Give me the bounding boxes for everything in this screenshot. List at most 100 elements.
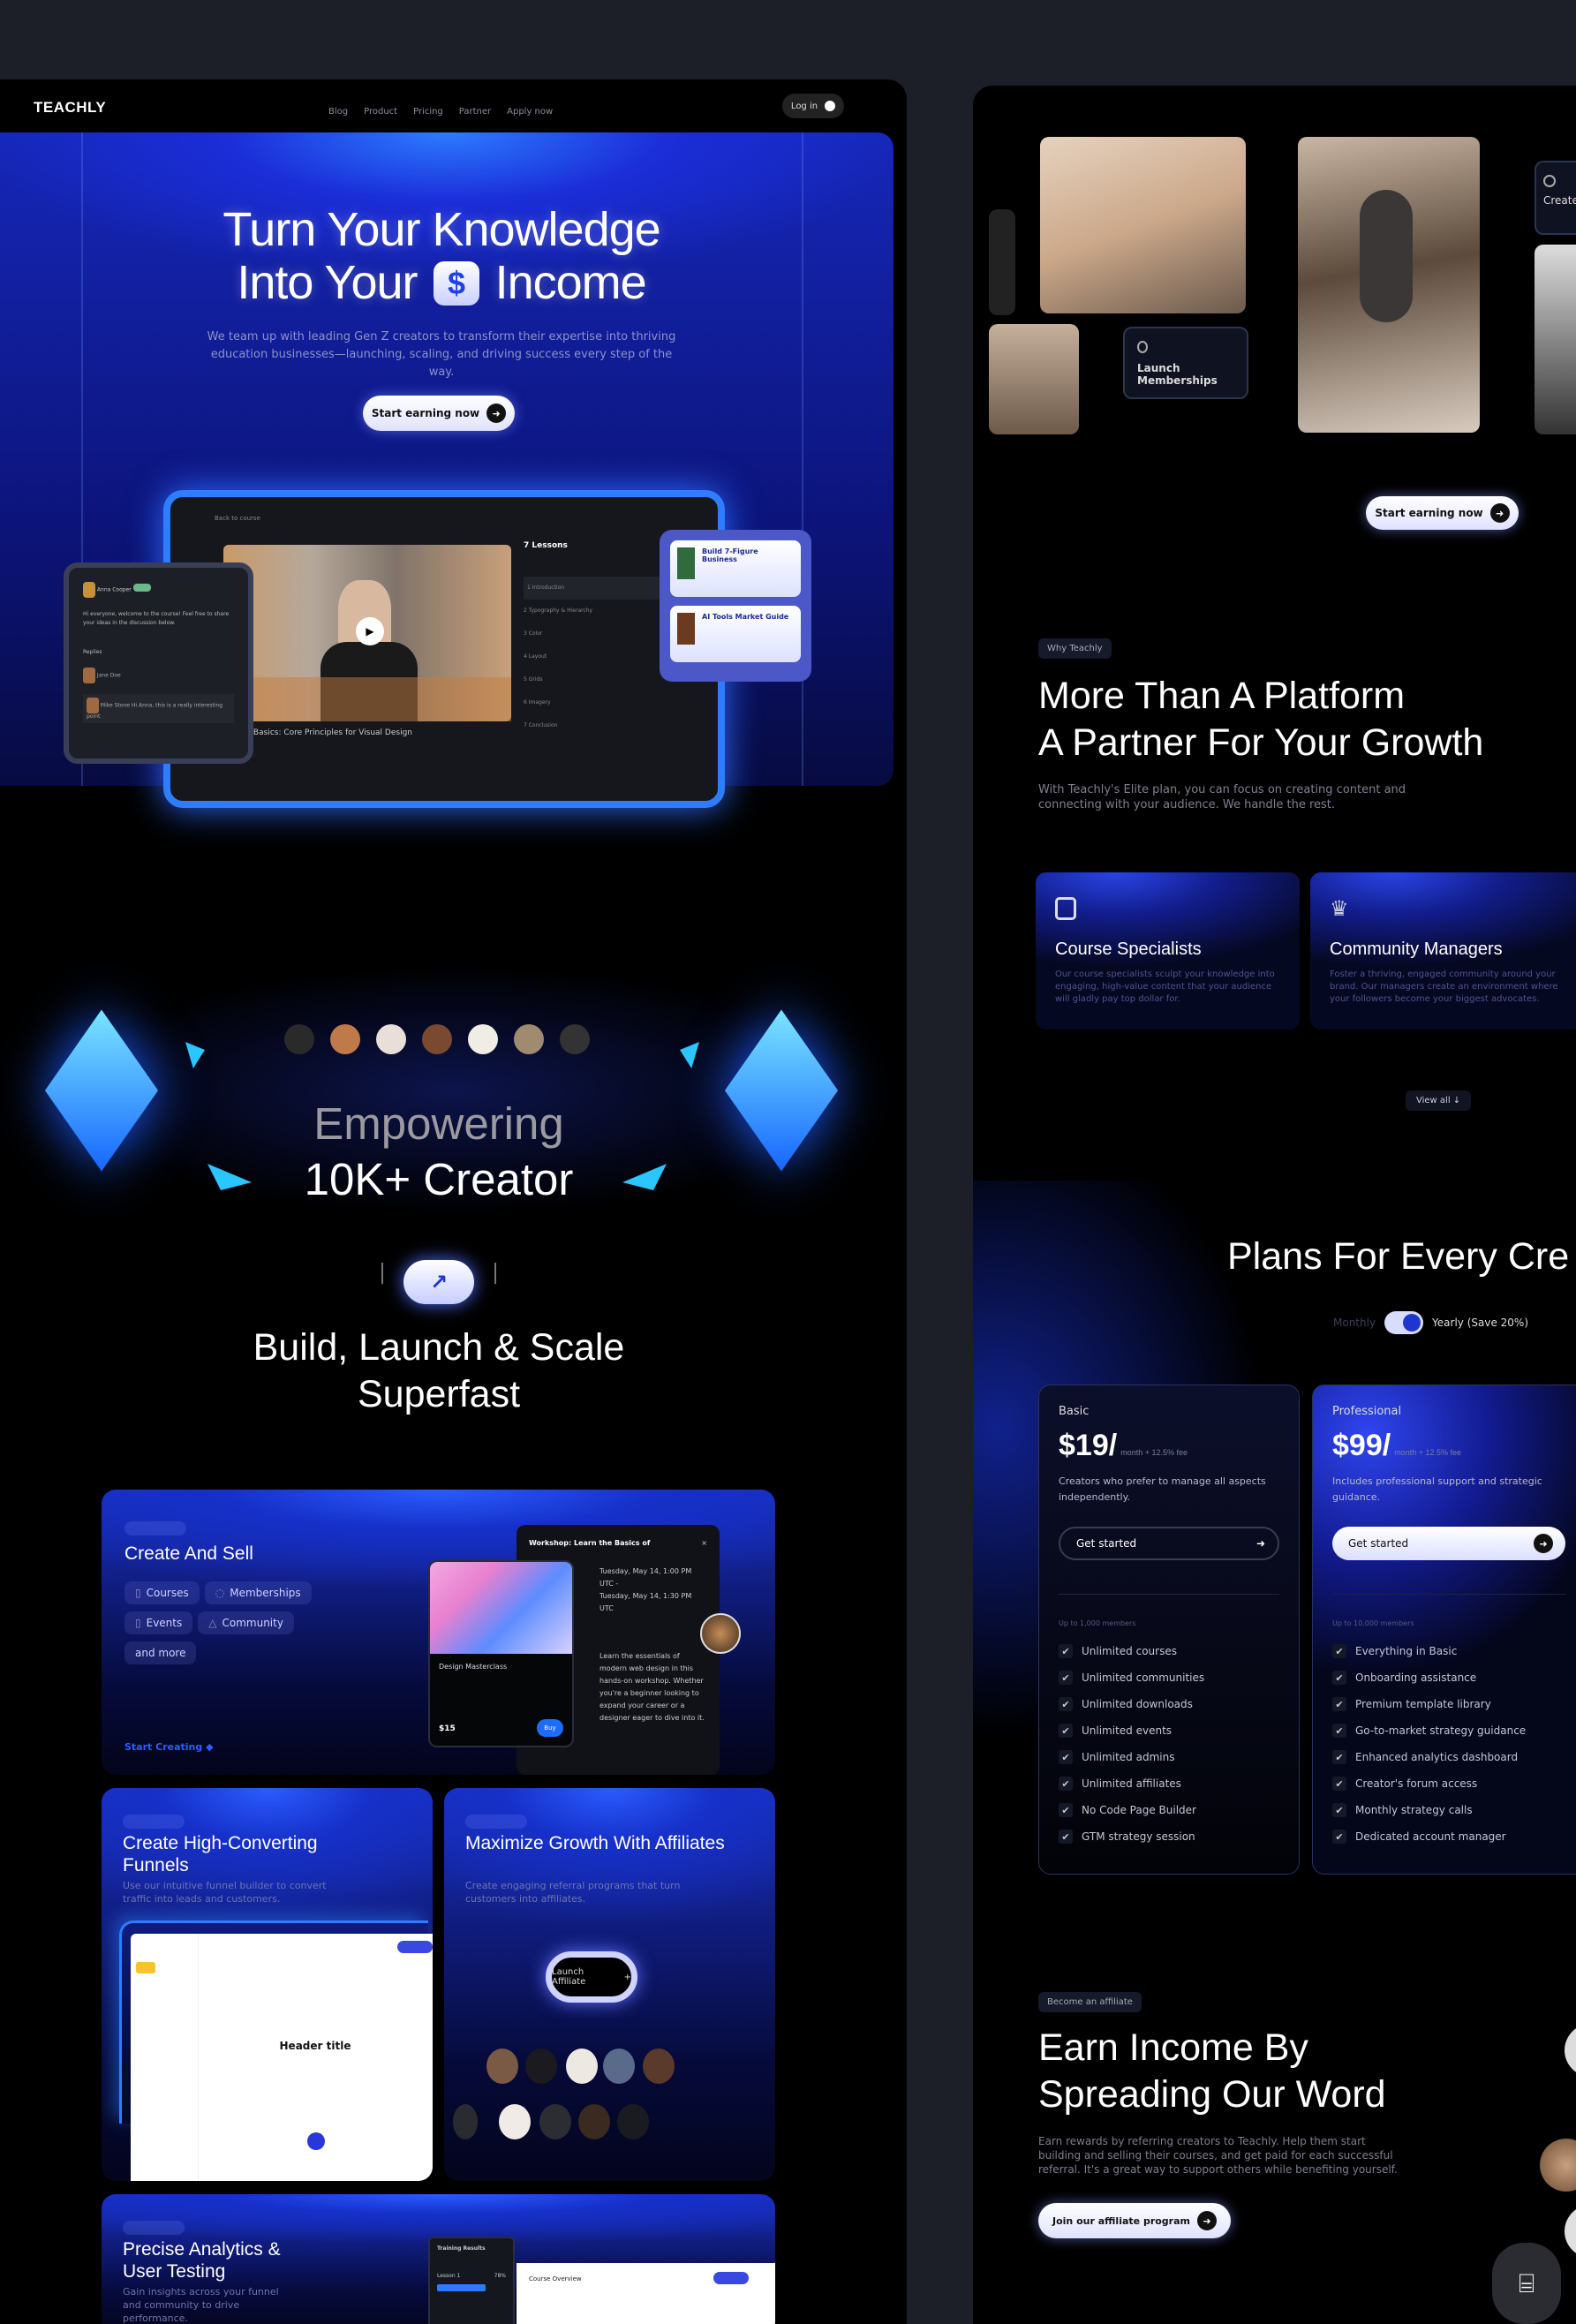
- feature-badge: [123, 2221, 185, 2235]
- feature-title: Maximize Growth With Affiliates: [465, 1833, 725, 1853]
- plan-feature-label: No Code Page Builder: [1082, 1804, 1196, 1816]
- login-button[interactable]: Log in: [782, 94, 844, 118]
- plans-title: Plans For Every Cre: [1227, 1235, 1570, 1278]
- nav-partner[interactable]: Partner: [459, 107, 491, 117]
- feature-card-funnels: Create High-Converting Funnels Use our i…: [102, 1788, 433, 2181]
- play-icon[interactable]: ▶: [356, 617, 384, 645]
- plan-feature-item: ✔ GTM strategy session: [1059, 1823, 1279, 1850]
- get-started-button[interactable]: Get started ➜: [1332, 1527, 1565, 1560]
- start-creating-link[interactable]: Start Creating ◆: [124, 1741, 214, 1753]
- plan-feature-label: Unlimited admins: [1082, 1751, 1175, 1763]
- divider: [494, 1263, 496, 1284]
- check-icon: ✔: [1059, 1724, 1073, 1738]
- builder-handle[interactable]: [307, 2132, 325, 2150]
- chip-community[interactable]: △ Community: [198, 1611, 294, 1634]
- check-icon: ✔: [1059, 1777, 1073, 1791]
- landing-page-right: Launch Memberships Create Start earning …: [973, 86, 1576, 2324]
- lesson-item[interactable]: 7 Conclusion: [524, 714, 682, 737]
- check-icon: ✔: [1332, 1830, 1346, 1844]
- join-affiliate-button[interactable]: Join our affiliate program ➜: [1038, 2203, 1231, 2238]
- billing-switch[interactable]: [1384, 1311, 1424, 1334]
- lesson-item[interactable]: 6 Imagery: [524, 691, 682, 714]
- plan-cap: Up to 1,000 members: [1059, 1619, 1136, 1627]
- affiliate-avatar: [525, 2049, 557, 2084]
- lessons-list: 7 Lessons 1 Introduction 2 Typography & …: [524, 541, 682, 737]
- view-all-button[interactable]: View all ↓: [1406, 1090, 1472, 1111]
- why-desc: With Teachly's Elite plan, you can focus…: [1038, 783, 1406, 811]
- plan-feature-label: Premium template library: [1355, 1698, 1491, 1710]
- plan-feature-item: ✔ Unlimited downloads: [1059, 1691, 1279, 1717]
- chip-courses[interactable]: ▯ Courses: [124, 1581, 200, 1604]
- chip-more[interactable]: and more: [124, 1641, 197, 1664]
- lesson-item[interactable]: 3 Color: [524, 622, 682, 645]
- book-item[interactable]: Build 7-Figure Business: [670, 540, 801, 597]
- why-section: Why Teachly More Than A Platform A Partne…: [1038, 638, 1483, 812]
- results-panel: Training Results Lesson 1 78%: [428, 2237, 515, 2324]
- creator-avatar: [330, 1024, 360, 1054]
- course-overview-panel: Course Overview: [517, 2263, 775, 2324]
- nav-pricing[interactable]: Pricing: [413, 107, 443, 117]
- check-icon: ✔: [1059, 1644, 1073, 1658]
- plan-feature-label: Go-to-market strategy guidance: [1355, 1724, 1527, 1737]
- plan-feature-item: ✔ Unlimited events: [1059, 1717, 1279, 1744]
- plan-feature-item: ✔ Enhanced analytics dashboard: [1332, 1744, 1565, 1770]
- arrow-right-icon: ➜: [1196, 2211, 1217, 2230]
- chat-author: Anna Cooper: [96, 586, 132, 593]
- plan-feature-label: Monthly strategy calls: [1355, 1804, 1473, 1816]
- gallery-photo: [989, 324, 1079, 434]
- feature-badge: [465, 1815, 527, 1829]
- check-icon: ✔: [1332, 1644, 1346, 1658]
- chip-events[interactable]: ▯ Events: [124, 1611, 193, 1634]
- buy-button[interactable]: Buy: [537, 1719, 563, 1737]
- feature-card-create-sell: Create And Sell ▯ Courses ◌ Memberships ▯ Ev…: [102, 1490, 775, 1775]
- scan-text-icon[interactable]: ⌸: [1492, 2243, 1561, 2324]
- builder-heading: Header title: [279, 2040, 351, 2052]
- video-thumbnail[interactable]: ▶: [223, 545, 511, 721]
- membership-icon: [1137, 341, 1148, 353]
- nav-blog[interactable]: Blog: [328, 107, 348, 117]
- plan-feature-label: Enhanced analytics dashboard: [1355, 1751, 1519, 1763]
- close-icon[interactable]: ×: [701, 1537, 707, 1550]
- feature-list: ✔ Everything in Basic ✔ Onboarding assistan…: [1332, 1638, 1565, 1850]
- product-price: $15: [439, 1724, 456, 1733]
- replies-label: Replies: [83, 649, 102, 655]
- gallery-cta-button[interactable]: Start earning now ➜: [1366, 496, 1519, 530]
- chip-memberships[interactable]: ◌ Memberships: [204, 1581, 312, 1604]
- hero-title-line1: Turn Your Knowledge: [222, 203, 660, 256]
- plan-name: Basic: [1059, 1405, 1090, 1418]
- lesson-item[interactable]: 5 Grids: [524, 668, 682, 691]
- logo[interactable]: TEACHLY: [34, 99, 106, 117]
- empower-line2: 10K+ Creator: [304, 1154, 574, 1204]
- publish-button[interactable]: [397, 1941, 433, 1953]
- why-badge: Why Teachly: [1038, 638, 1112, 659]
- product-title: Design Masterclass: [439, 1663, 508, 1671]
- service-card-course-specialists: Course Specialists Our course specialists…: [1036, 872, 1300, 1030]
- back-link[interactable]: Back to course: [215, 515, 260, 522]
- toggle-yearly-label[interactable]: Yearly (Save 20%): [1432, 1317, 1528, 1329]
- launch-memberships-card[interactable]: Launch Memberships: [1123, 327, 1248, 399]
- hero-section: Turn Your Knowledge Into Your $ Income W…: [0, 132, 894, 808]
- lesson-item[interactable]: 4 Layout: [524, 645, 682, 668]
- plus-icon: +: [623, 1972, 631, 1982]
- lesson-item[interactable]: 1 Introduction: [524, 577, 682, 600]
- nav-product[interactable]: Product: [364, 107, 397, 117]
- divider: [381, 1263, 383, 1284]
- plan-feature-label: Unlimited affiliates: [1082, 1777, 1181, 1790]
- create-card[interactable]: Create: [1535, 161, 1576, 235]
- hero-cta-button[interactable]: Start earning now ➜: [363, 396, 515, 431]
- affiliate-section: Become an affiliate Earn Income By Spread…: [1038, 1991, 1409, 2238]
- book-item[interactable]: AI Tools Market Guide: [670, 606, 801, 662]
- lesson-item[interactable]: 2 Typography & Hierarchy: [524, 600, 682, 622]
- plan-feature-label: Creator's forum access: [1355, 1777, 1478, 1790]
- get-started-button[interactable]: Get started ➜: [1059, 1527, 1279, 1560]
- plan-feature-label: Everything in Basic: [1355, 1645, 1458, 1657]
- feature-list: ✔ Unlimited courses ✔ Unlimited communities…: [1059, 1638, 1279, 1850]
- plan-feature-label: Unlimited events: [1082, 1724, 1173, 1737]
- arrow-right-icon: ➜: [1534, 1534, 1553, 1553]
- shard-decoration: [680, 1042, 699, 1068]
- plan-name: Professional: [1332, 1405, 1402, 1418]
- launch-affiliate-button[interactable]: Launch Affiliate +: [546, 1951, 637, 2003]
- workshop-date: Tuesday, May 14, 1:00 PM UTC -: [599, 1567, 692, 1588]
- toggle-monthly-label[interactable]: Monthly: [1333, 1317, 1376, 1329]
- nav-apply[interactable]: Apply now: [507, 107, 553, 117]
